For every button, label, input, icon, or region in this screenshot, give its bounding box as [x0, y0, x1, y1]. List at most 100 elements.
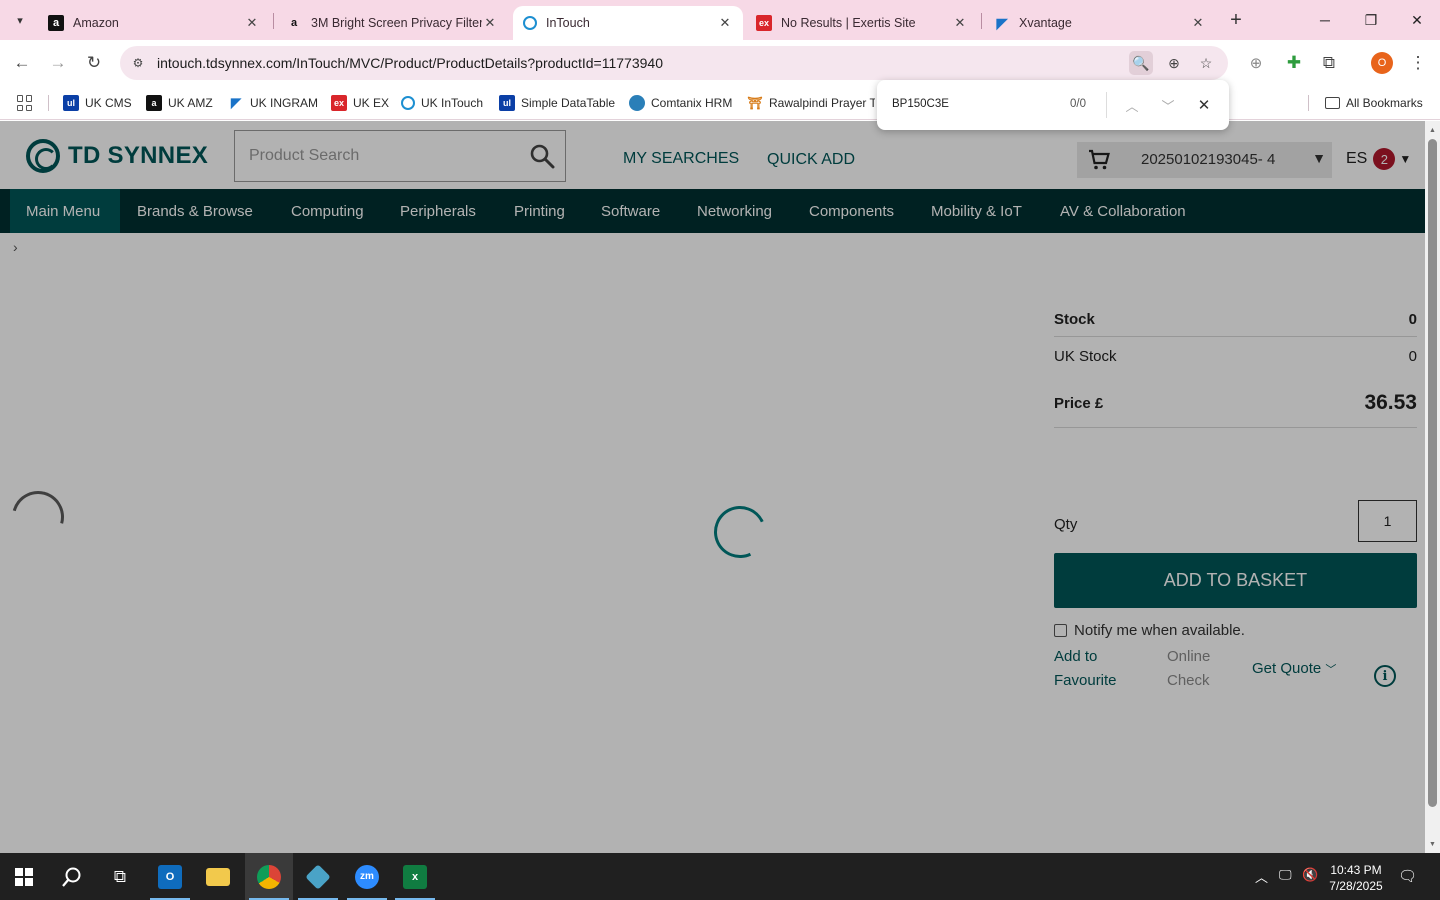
- page-scrollbar[interactable]: ▲ ▼: [1425, 121, 1440, 853]
- taskbar-zoom[interactable]: zm: [343, 853, 391, 900]
- find-close-icon[interactable]: ✕: [1192, 93, 1216, 117]
- find-separator: [1106, 92, 1107, 118]
- tab-amazon[interactable]: a Amazon ✕: [38, 6, 270, 40]
- loading-overlay: [0, 121, 1425, 853]
- exertis-icon: ex: [756, 15, 772, 31]
- zoom-icon: zm: [355, 864, 379, 889]
- bookmark-uk-cms[interactable]: ul UK CMS: [63, 92, 132, 114]
- system-clock[interactable]: 10:43 PM 7/28/2025: [1318, 862, 1394, 894]
- amazon-icon: a: [290, 17, 298, 29]
- close-icon[interactable]: ✕: [717, 15, 733, 31]
- bookmark-divider: [48, 95, 49, 111]
- clock-date: 7/28/2025: [1329, 879, 1383, 893]
- bookmark-label: UK InTouch: [421, 96, 484, 110]
- back-button[interactable]: ←: [9, 50, 35, 76]
- tab-3m-privacy-filter[interactable]: a 3M Bright Screen Privacy Filter ✕: [276, 6, 508, 40]
- forward-button[interactable]: →: [45, 50, 71, 76]
- bookmark-label: UK AMZ: [168, 96, 213, 110]
- tab-title: 3M Bright Screen Privacy Filter: [311, 16, 482, 30]
- find-previous-icon[interactable]: ︿: [1120, 93, 1144, 117]
- close-icon[interactable]: ✕: [952, 15, 968, 31]
- close-icon[interactable]: ✕: [482, 15, 498, 31]
- clock-time: 10:43 PM: [1330, 863, 1382, 877]
- window-close-button[interactable]: ✕: [1394, 0, 1440, 40]
- bookmark-uk-amz[interactable]: a UK AMZ: [146, 92, 213, 114]
- taskbar-file-explorer[interactable]: [194, 853, 242, 900]
- zoom-icon[interactable]: ⊕: [1162, 51, 1186, 75]
- translate-icon[interactable]: ⊕: [1243, 50, 1269, 76]
- menu-kebab-icon[interactable]: ⋮: [1405, 50, 1431, 76]
- tab-title: InTouch: [546, 16, 590, 30]
- taskbar-search-button[interactable]: [48, 853, 96, 900]
- find-next-icon[interactable]: ﹀: [1156, 93, 1180, 117]
- tab-xvantage[interactable]: ◤ Xvantage ✕: [984, 6, 1216, 40]
- search-icon: [62, 867, 81, 887]
- taskbar-outlook[interactable]: O: [146, 853, 194, 900]
- volume-muted-icon[interactable]: 🔇: [1302, 867, 1318, 883]
- network-icon[interactable]: 🖵: [1279, 867, 1292, 883]
- amazon-icon: a: [146, 95, 162, 111]
- find-match-count: 0/0: [1070, 98, 1086, 110]
- windows-logo-icon: [15, 867, 33, 886]
- apps-grid-icon[interactable]: [17, 95, 33, 111]
- exertis-icon: ex: [331, 95, 347, 111]
- bookmark-label: UK EX: [353, 96, 390, 110]
- tab-search-button[interactable]: ▾: [8, 8, 32, 32]
- bookmark-uk-intouch[interactable]: UK InTouch: [401, 92, 483, 114]
- bookmark-label: UK INGRAM: [250, 96, 319, 110]
- bookmark-uk-ex[interactable]: ex UK EX: [331, 92, 389, 114]
- url-text: intouch.tdsynnex.com/InTouch/MVC/Product…: [157, 55, 663, 71]
- scrollbar-thumb[interactable]: [1428, 139, 1437, 807]
- tab-exertis[interactable]: ex No Results | Exertis Site ✕: [746, 6, 978, 40]
- restore-button[interactable]: ❐: [1348, 0, 1394, 40]
- bookmark-label: Comtanix HRM: [651, 96, 733, 110]
- start-button[interactable]: [0, 853, 48, 900]
- extensions-puzzle-icon[interactable]: ⧉: [1316, 50, 1342, 76]
- folder-icon: [1325, 97, 1340, 109]
- tab-separator: [981, 13, 982, 29]
- tab-title: No Results | Exertis Site: [781, 16, 916, 30]
- ingram-icon: ◤: [231, 95, 241, 110]
- intouch-icon: [401, 96, 415, 110]
- bookmark-label: Simple DataTable: [521, 96, 616, 110]
- task-view-button[interactable]: ⧉: [96, 853, 144, 900]
- folder-icon: [206, 867, 230, 886]
- bookmark-star-icon[interactable]: ☆: [1194, 51, 1218, 75]
- tab-title: Amazon: [73, 16, 119, 30]
- bookmark-comtanix-hrm[interactable]: Comtanix HRM: [629, 92, 732, 114]
- diamond-app-icon: [305, 863, 331, 890]
- profile-avatar[interactable]: O: [1371, 52, 1393, 74]
- scroll-down-icon[interactable]: ▼: [1425, 837, 1440, 851]
- bookmark-divider: [1308, 95, 1309, 111]
- find-in-page-icon[interactable]: 🔍: [1129, 51, 1153, 75]
- notification-center-icon[interactable]: 🗨: [1398, 867, 1417, 885]
- taskbar-chrome[interactable]: [245, 853, 293, 900]
- reload-button[interactable]: ↻: [81, 50, 107, 76]
- taskbar-excel[interactable]: x: [391, 853, 439, 900]
- comtanix-icon: [629, 95, 645, 111]
- windows-taskbar: ⧉ O zm x ︿ 🖵 🔇 10:43 PM 7/28/2025 🗨: [0, 853, 1440, 900]
- bookmark-rawalpindi-prayer[interactable]: ⛩ Rawalpindi Prayer Ti: [747, 92, 875, 114]
- browser-toolbar: ← → ↻ ⚙ intouch.tdsynnex.com/InTouch/MVC…: [0, 40, 1440, 86]
- scroll-up-icon[interactable]: ▲: [1425, 123, 1440, 137]
- task-view-icon: ⧉: [113, 866, 127, 886]
- all-bookmarks-folder[interactable]: All Bookmarks: [1325, 92, 1423, 114]
- bookmark-label: Rawalpindi Prayer Ti: [769, 96, 875, 110]
- site-info-icon[interactable]: ⚙: [128, 53, 148, 73]
- ingram-icon: ◤: [996, 14, 1008, 31]
- bookmark-uk-ingram[interactable]: ◤ UK INGRAM: [228, 92, 318, 114]
- bookmark-simple-datatable[interactable]: ul Simple DataTable: [499, 92, 615, 114]
- new-tab-button[interactable]: +: [1224, 8, 1248, 32]
- close-icon[interactable]: ✕: [1190, 15, 1206, 31]
- find-input[interactable]: BP150C3E: [892, 98, 949, 110]
- extension-plus-icon[interactable]: ✚: [1281, 50, 1307, 76]
- minimize-button[interactable]: ─: [1302, 0, 1348, 40]
- all-bookmarks-label: All Bookmarks: [1346, 96, 1423, 110]
- taskbar-app[interactable]: [294, 853, 342, 900]
- bookmark-label: UK CMS: [85, 96, 132, 110]
- close-icon[interactable]: ✕: [244, 15, 260, 31]
- address-bar[interactable]: ⚙ intouch.tdsynnex.com/InTouch/MVC/Produ…: [120, 46, 1228, 80]
- ul-square-icon: ul: [499, 95, 515, 111]
- tab-intouch[interactable]: InTouch ✕: [513, 6, 743, 40]
- tray-overflow-chevron-icon[interactable]: ︿: [1255, 867, 1268, 886]
